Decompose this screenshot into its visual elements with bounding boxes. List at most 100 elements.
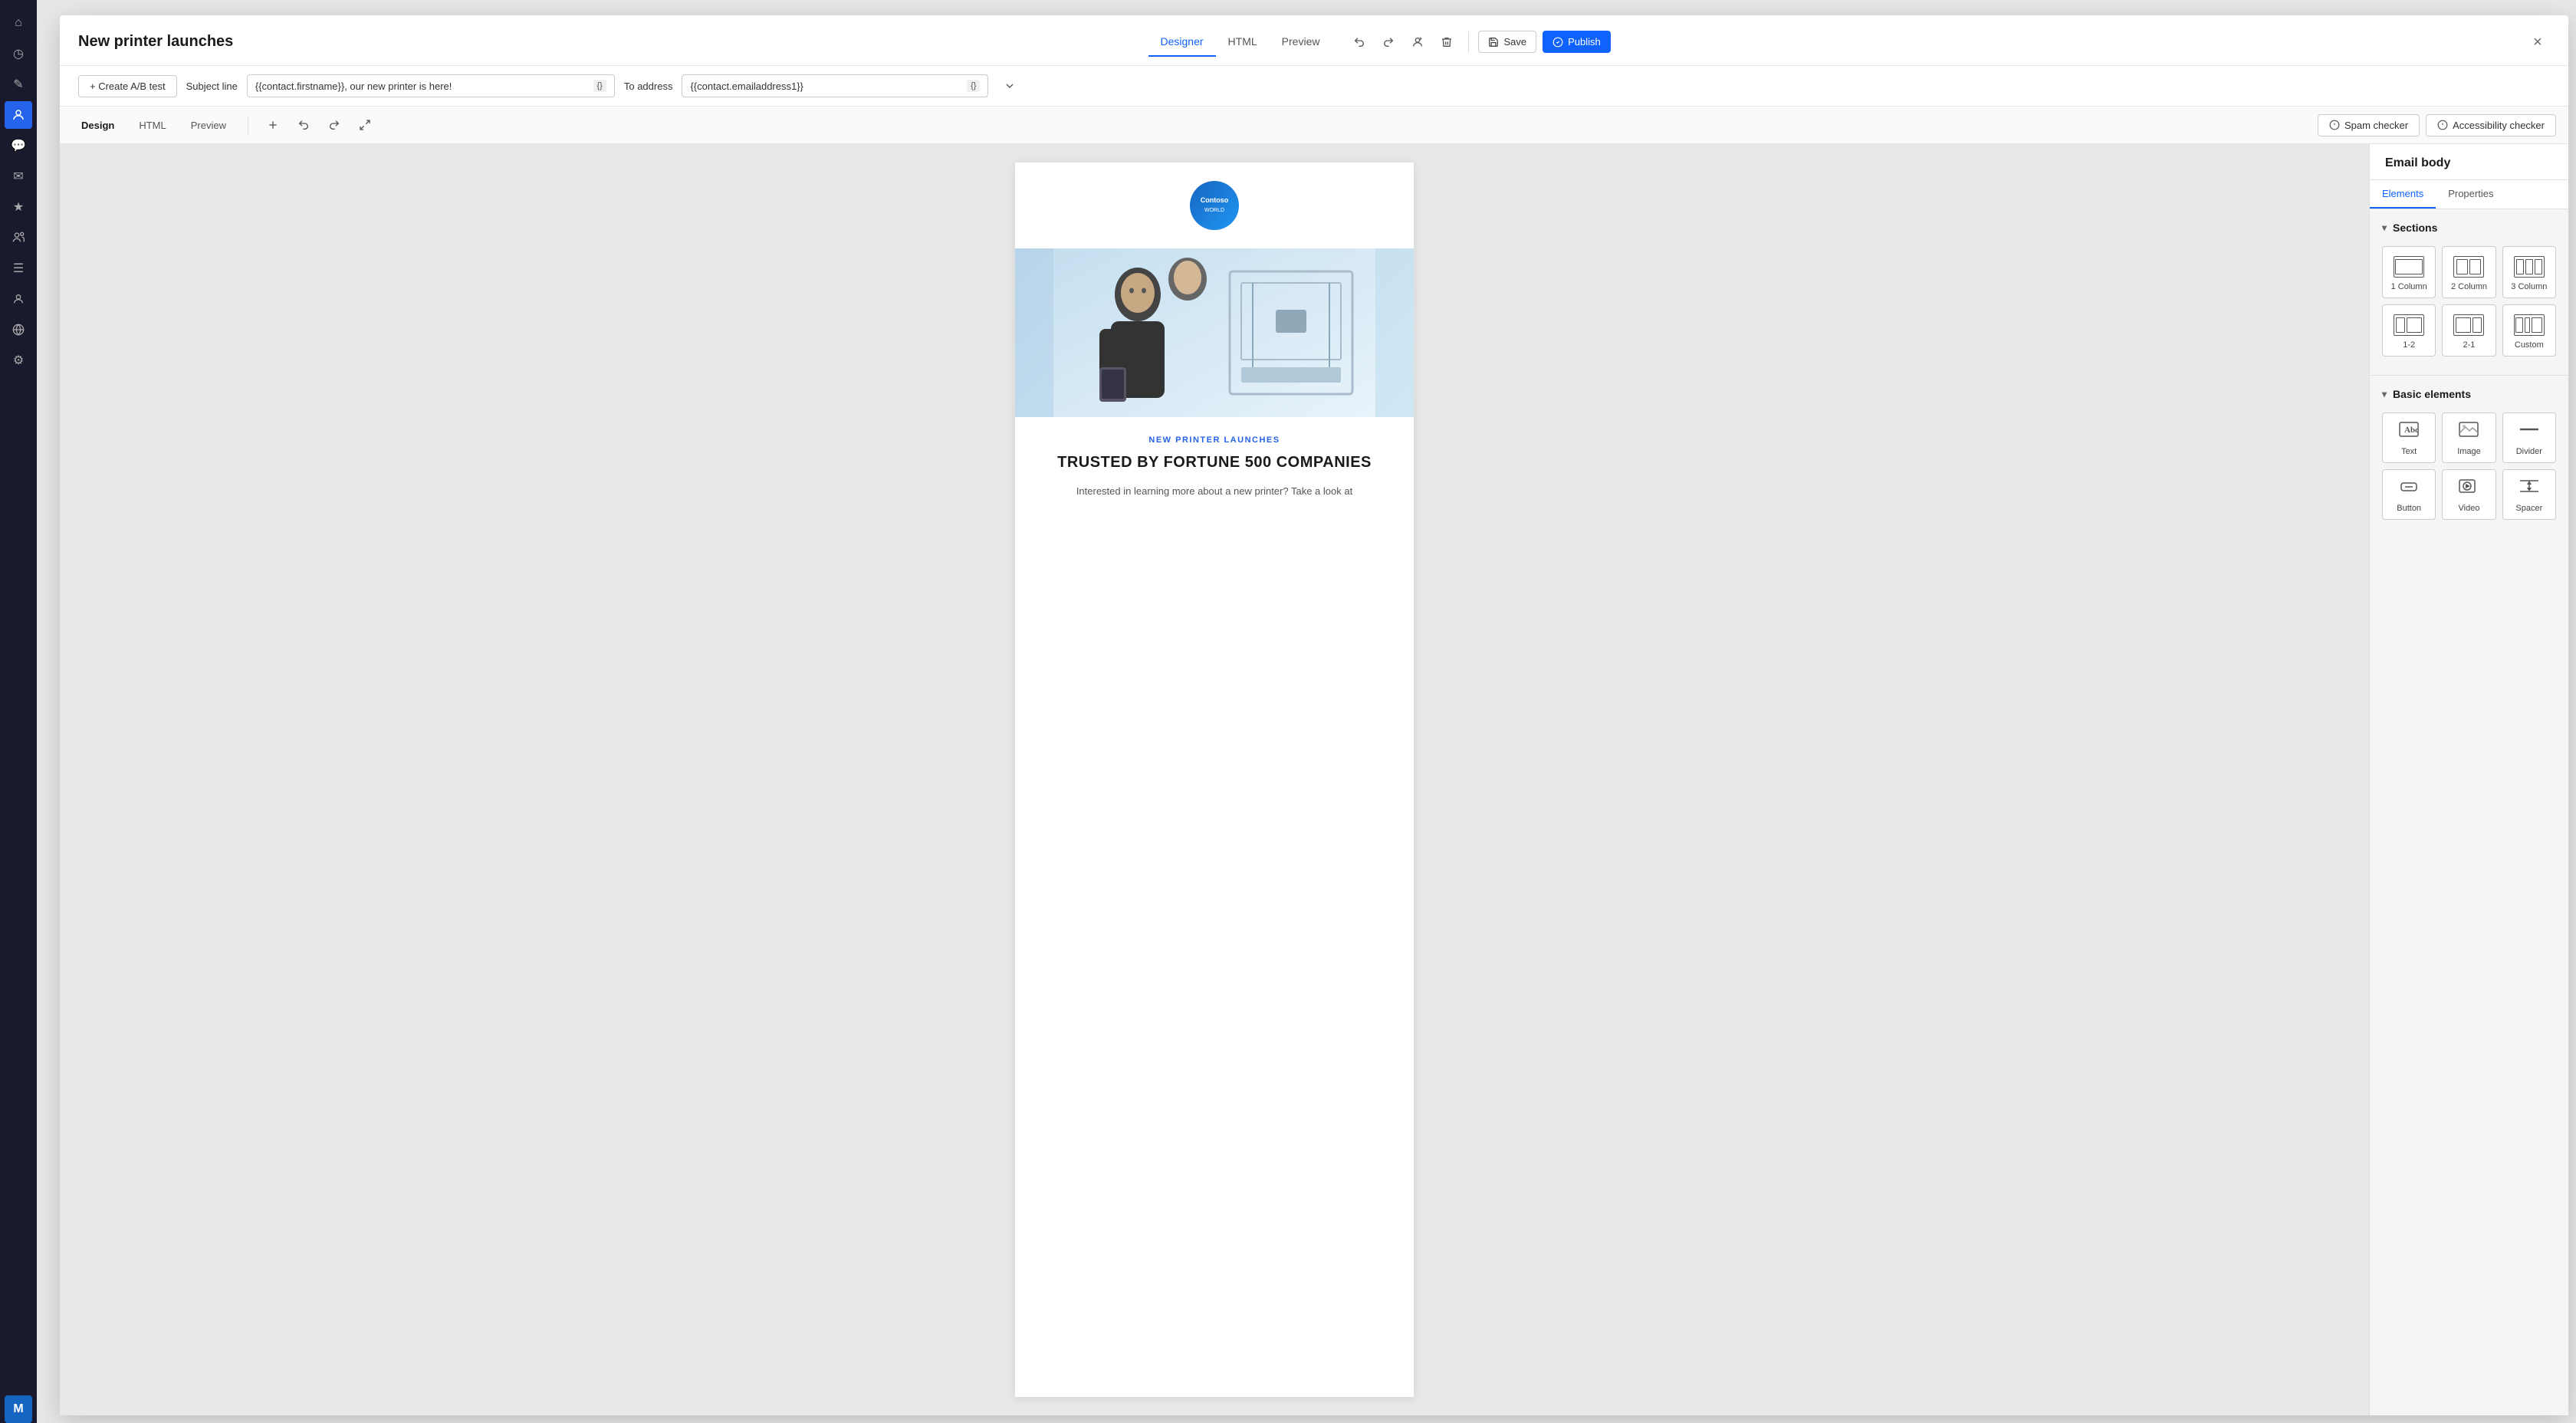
sidebar-icon-home[interactable]: ⌂: [5, 9, 32, 37]
personalize-button[interactable]: [1405, 30, 1430, 54]
2col-label: 2 Column: [2451, 282, 2487, 291]
publish-button[interactable]: Publish: [1543, 31, 1611, 53]
video-element-label: Video: [2459, 504, 2480, 513]
to-address-label: To address: [624, 81, 673, 92]
sidebar-icon-clock[interactable]: ◷: [5, 40, 32, 67]
subject-line-input[interactable]: [255, 81, 589, 92]
spam-checker-button[interactable]: Spam checker: [2318, 114, 2420, 136]
section-1col[interactable]: 1 Column: [2382, 246, 2436, 298]
tab-properties[interactable]: Properties: [2436, 180, 2505, 209]
modal-header: New printer launches Designer HTML Previ…: [60, 15, 2568, 66]
svg-text:Abc: Abc: [2404, 426, 2419, 435]
section-1-2[interactable]: 1-2: [2382, 304, 2436, 357]
sidebar-icon-settings2[interactable]: ⚙: [5, 347, 32, 374]
element-button[interactable]: Button: [2382, 469, 2436, 520]
sections-title: Sections: [2393, 222, 2437, 234]
accessibility-checker-button[interactable]: Accessibility checker: [2426, 114, 2556, 136]
section-3col[interactable]: 3 Column: [2502, 246, 2556, 298]
sections-chevron-icon: ▾: [2382, 222, 2387, 233]
image-element-icon: [2458, 421, 2479, 442]
1col-icon: [2394, 256, 2424, 278]
to-address-template-tag: {}: [967, 80, 980, 92]
1-2-label: 1-2: [2403, 340, 2415, 350]
basic-elements-panel: ▾ Basic elements Abc Text: [2370, 375, 2568, 532]
1col-label: 1 Column: [2391, 282, 2427, 291]
sidebar-icon-list[interactable]: ☰: [5, 255, 32, 282]
3col-label: 3 Column: [2511, 282, 2547, 291]
main-area: New printer launches Designer HTML Previ…: [37, 0, 2576, 1423]
undo-button[interactable]: [1347, 30, 1372, 54]
basic-elements-title: Basic elements: [2393, 388, 2471, 400]
tab-elements[interactable]: Elements: [2370, 180, 2436, 209]
element-text[interactable]: Abc Text: [2382, 412, 2436, 463]
3col-icon: [2514, 256, 2545, 278]
redo-design-button[interactable]: [322, 113, 347, 137]
email-logo-area: ContosoWORLD: [1171, 163, 1257, 248]
design-tab-preview[interactable]: Preview: [182, 115, 235, 136]
tab-preview[interactable]: Preview: [1270, 28, 1332, 57]
modal: New printer launches Designer HTML Previ…: [60, 15, 2568, 1415]
sidebar-icon-pencil[interactable]: ✎: [5, 71, 32, 98]
sidebar-icon-m[interactable]: M: [5, 1395, 32, 1423]
sidebar-icon-star[interactable]: ★: [5, 193, 32, 221]
sidebar-icon-person[interactable]: [5, 285, 32, 313]
sections-grid-row2: 1-2 2-1: [2382, 304, 2556, 357]
element-image[interactable]: Image: [2442, 412, 2496, 463]
company-logo: ContosoWORLD: [1190, 181, 1239, 230]
subject-line-input-wrap: {}: [247, 74, 615, 97]
save-button[interactable]: Save: [1478, 31, 1536, 53]
create-ab-label: + Create A/B test: [90, 81, 166, 92]
element-divider[interactable]: Divider: [2502, 412, 2556, 463]
element-video[interactable]: Video: [2442, 469, 2496, 520]
close-button[interactable]: ×: [2525, 30, 2550, 54]
basic-elements-chevron-icon: ▾: [2382, 389, 2387, 399]
section-2-1[interactable]: 2-1: [2442, 304, 2496, 357]
custom-icon: [2514, 314, 2545, 336]
sidebar-icon-users[interactable]: [5, 224, 32, 251]
basic-elements-grid: Abc Text Image: [2382, 412, 2556, 520]
email-body-content: NEW PRINTER LAUNCHES TRUSTED BY FORTUNE …: [1015, 417, 1414, 518]
create-ab-test-button[interactable]: + Create A/B test: [78, 75, 177, 97]
text-element-label: Text: [2401, 447, 2417, 456]
sidebar-icon-email[interactable]: ✉: [5, 163, 32, 190]
expand-button[interactable]: [997, 74, 1022, 98]
section-custom[interactable]: Custom: [2502, 304, 2556, 357]
tab-html[interactable]: HTML: [1216, 28, 1270, 57]
spam-checker-label: Spam checker: [2344, 120, 2408, 131]
video-element-icon: [2458, 478, 2479, 499]
save-label: Save: [1503, 36, 1526, 48]
subject-template-tag: {}: [593, 80, 606, 92]
element-spacer[interactable]: Spacer: [2502, 469, 2556, 520]
divider-element-icon: [2518, 421, 2540, 442]
custom-label: Custom: [2515, 340, 2544, 350]
fullscreen-button[interactable]: [353, 113, 377, 137]
design-tab-html[interactable]: HTML: [130, 115, 175, 136]
redo-button[interactable]: [1376, 30, 1401, 54]
sidebar-icon-globe[interactable]: [5, 316, 32, 343]
sections-header[interactable]: ▾ Sections: [2382, 222, 2556, 234]
section-2col[interactable]: 2 Column: [2442, 246, 2496, 298]
right-panel: Email body Elements Properties ▾ Section…: [2369, 144, 2568, 1415]
sections-grid-row1: 1 Column 2 Column: [2382, 246, 2556, 298]
delete-button[interactable]: [1434, 30, 1459, 54]
right-panel-title: Email body: [2385, 156, 2450, 169]
2col-icon: [2453, 256, 2484, 278]
sidebar: ⌂ ◷ ✎ 💬 ✉ ★ ☰ ⚙ M: [0, 0, 37, 1423]
sidebar-icon-contacts[interactable]: [5, 101, 32, 129]
close-icon: ×: [2533, 35, 2542, 50]
design-tab-design[interactable]: Design: [72, 115, 123, 136]
email-badge: NEW PRINTER LAUNCHES: [1040, 435, 1389, 445]
tab-designer[interactable]: Designer: [1148, 28, 1216, 57]
image-element-label: Image: [2457, 447, 2481, 456]
subject-bar: + Create A/B test Subject line {} To add…: [60, 66, 2568, 107]
undo-design-button[interactable]: [291, 113, 316, 137]
2-1-icon: [2453, 314, 2484, 336]
sidebar-icon-chat[interactable]: 💬: [5, 132, 32, 159]
email-hero-image: [1015, 248, 1414, 417]
email-canvas-area[interactable]: ContosoWORLD: [60, 144, 2369, 1415]
basic-elements-header[interactable]: ▾ Basic elements: [2382, 388, 2556, 400]
add-element-button[interactable]: [261, 113, 285, 137]
subject-line-label: Subject line: [186, 81, 238, 92]
email-headline: TRUSTED BY FORTUNE 500 COMPANIES: [1040, 454, 1389, 472]
to-address-input[interactable]: [690, 81, 962, 92]
